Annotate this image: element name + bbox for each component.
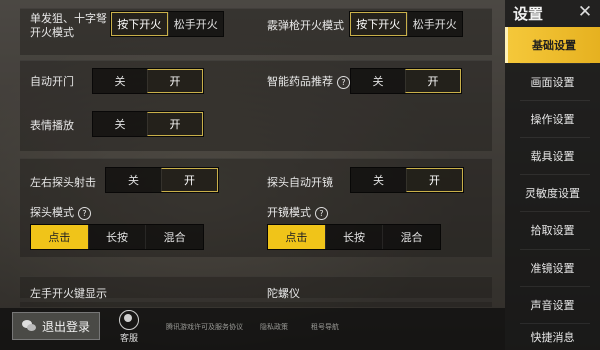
switch-option[interactable]: 按下开火 (350, 12, 407, 36)
sidebar-divider (520, 323, 590, 324)
sidebar-divider (520, 174, 590, 175)
label-scope-mode-text: 开镜模式 (267, 206, 311, 219)
switch-option[interactable]: 关 (93, 112, 147, 136)
help-icon[interactable]: ? (315, 206, 328, 220)
settings-title: 设置 (513, 5, 544, 23)
label-lean-fire: 左右探头射击 (30, 176, 96, 189)
sidebar-divider (520, 137, 590, 138)
switch-option[interactable]: 长按 (87, 225, 146, 249)
label-lean-mode: 探头模式? (30, 204, 91, 220)
label-sniper-fire-mode: 单发狙、十字弩 开火模式 (30, 12, 107, 39)
logout-button[interactable]: 退出登录 (12, 312, 100, 340)
smart-medicine-switch: 关开 (350, 68, 462, 94)
scroll-edge (20, 298, 492, 302)
headset-icon (119, 310, 139, 330)
emote-play-switch: 关开 (92, 111, 204, 137)
label-smart-medicine: 智能药品推荐? (267, 73, 350, 89)
sidebar-item[interactable]: 载具设置 (505, 138, 600, 174)
switch-option[interactable]: 开 (147, 112, 203, 136)
shotgun-fire-mode-switch: 按下开火 松手开火 (349, 11, 463, 37)
sidebar-item[interactable]: 灵敏度设置 (505, 175, 600, 211)
sidebar-item[interactable]: 快捷消息 (505, 324, 600, 350)
wechat-icon (21, 319, 37, 333)
label-shotgun-fire-mode: 霰弹枪开火模式 (267, 19, 344, 32)
switch-option[interactable]: 开 (161, 168, 218, 192)
switch-option[interactable]: 松手开火 (406, 12, 463, 36)
label-scope-mode: 开镜模式? (267, 204, 328, 220)
link-account-rental[interactable]: 租号导航 (311, 322, 339, 332)
sniper-fire-mode-switch: 按下开火 松手开火 (110, 11, 224, 37)
sidebar-item[interactable]: 声音设置 (505, 287, 600, 323)
switch-option[interactable]: 点击 (31, 225, 88, 249)
switch-option[interactable]: 长按 (324, 225, 383, 249)
lean-mode-switch: 点击 长按 混合 (30, 224, 204, 250)
sidebar-item[interactable]: 操作设置 (505, 101, 600, 137)
label-smart-medicine-text: 智能药品推荐 (267, 75, 333, 88)
switch-option[interactable]: 混合 (145, 225, 203, 249)
label-emote-play: 表情播放 (30, 119, 74, 132)
sidebar-divider (520, 286, 590, 287)
switch-option[interactable]: 开 (147, 69, 203, 93)
lean-fire-switch: 关开 (105, 167, 219, 193)
sidebar-divider (520, 249, 590, 250)
switch-option[interactable]: 关 (93, 69, 147, 93)
switch-option[interactable]: 混合 (382, 225, 440, 249)
help-icon[interactable]: ? (337, 75, 350, 89)
lean-auto-scope-switch: 关开 (350, 167, 464, 193)
sidebar-item[interactable]: 画面设置 (505, 64, 600, 100)
switch-option[interactable]: 关 (106, 168, 161, 192)
help-icon[interactable]: ? (78, 206, 91, 220)
sidebar-item[interactable]: 拾取设置 (505, 212, 600, 248)
switch-option[interactable]: 开 (405, 69, 461, 93)
sidebar-divider (520, 63, 590, 64)
switch-option[interactable]: 关 (351, 168, 406, 192)
logout-label: 退出登录 (41, 319, 90, 334)
sidebar-divider (520, 211, 590, 212)
switch-option[interactable]: 关 (351, 69, 405, 93)
auto-door-switch: 关开 (92, 68, 204, 94)
label-lean-auto-scope: 探头自动开镜 (267, 176, 333, 189)
link-privacy-policy[interactable]: 隐私政策 (260, 322, 288, 332)
link-service-agreement[interactable]: 腾讯游戏许可及服务协议 (166, 322, 243, 332)
scope-mode-switch: 点击 长按 混合 (267, 224, 441, 250)
switch-option[interactable]: 点击 (268, 225, 325, 249)
switch-option[interactable]: 按下开火 (111, 12, 168, 36)
sidebar-item[interactable]: 准镜设置 (505, 250, 600, 286)
label-auto-door: 自动开门 (30, 75, 74, 88)
close-icon[interactable]: ✕ (575, 2, 595, 22)
customer-service-label: 客服 (119, 334, 138, 344)
sidebar-divider (520, 100, 590, 101)
sidebar-item[interactable]: 基础设置 (505, 27, 600, 63)
customer-service-button[interactable]: 客服 (117, 310, 141, 344)
switch-option[interactable]: 松手开火 (167, 12, 224, 36)
label-lean-mode-text: 探头模式 (30, 206, 74, 219)
switch-option[interactable]: 开 (406, 168, 463, 192)
